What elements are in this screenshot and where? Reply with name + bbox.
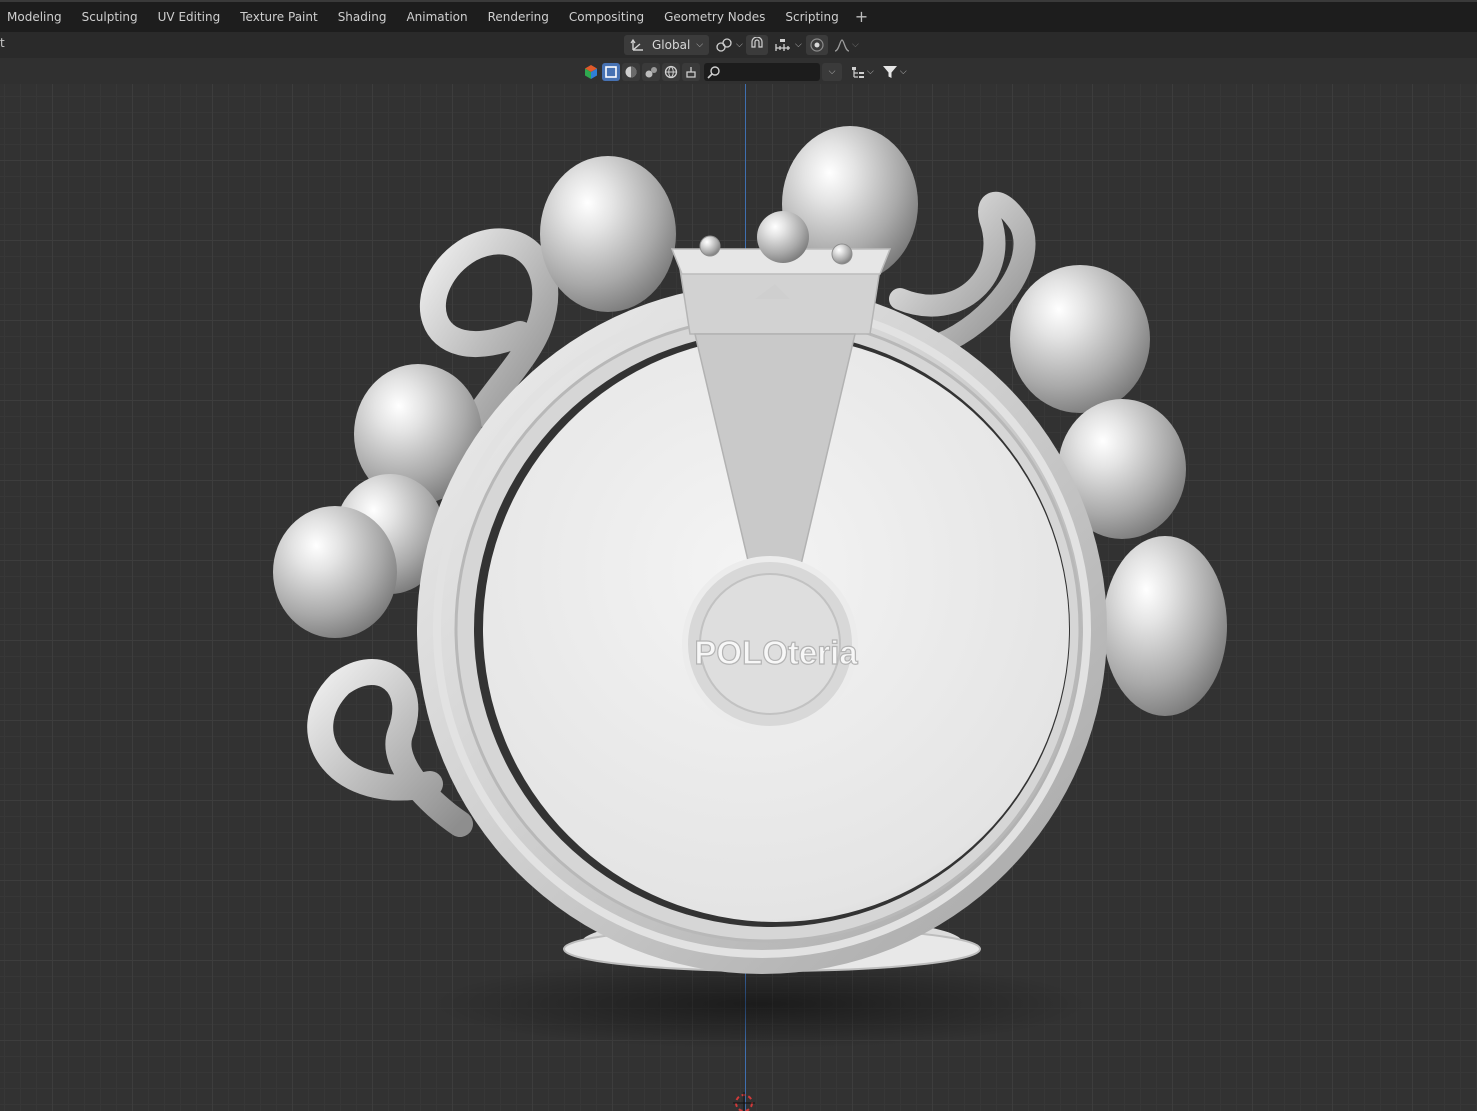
snap-increment-icon xyxy=(775,39,790,51)
tab-sculpting[interactable]: Sculpting xyxy=(72,2,148,32)
chevron-down-icon: ⌵ xyxy=(899,67,907,77)
chevron-down-icon: ⌵ xyxy=(795,40,802,50)
pointer-knob xyxy=(699,235,721,257)
transform-orientation-dropdown[interactable]: Global ⌵ xyxy=(624,35,710,55)
tab-modeling[interactable]: Modeling xyxy=(0,2,72,32)
header-left-label: t xyxy=(0,36,5,50)
balloon xyxy=(273,506,397,638)
display-mode-dropdown[interactable]: ⌵ xyxy=(848,62,877,82)
pivot-group: ⌵ xyxy=(712,35,746,55)
tab-geometry-nodes[interactable]: Geometry Nodes xyxy=(654,2,775,32)
filter-icon xyxy=(882,66,897,78)
overlay-toggle-button[interactable] xyxy=(682,63,700,81)
shading-rendered-button[interactable] xyxy=(662,63,680,81)
chevron-down-icon: ⌵ xyxy=(828,67,836,77)
transform-orientation-icon xyxy=(630,38,643,51)
proportional-edit-button[interactable] xyxy=(806,35,828,55)
viewport-header: t Global ⌵ ⌵ ⌵ ⌵ xyxy=(0,32,1477,58)
snapping-group: ⌵ xyxy=(746,35,804,55)
filter-dropdown[interactable]: ⌵ xyxy=(879,62,910,82)
snap-toggle-button[interactable] xyxy=(746,35,768,55)
chevron-down-icon: ⌵ xyxy=(736,40,743,50)
add-workspace-button[interactable]: + xyxy=(849,2,874,32)
scene-collection-button[interactable] xyxy=(582,63,600,81)
prize-wheel-model: POLOteria xyxy=(273,126,1227,1049)
workspace-bar: Modeling Sculpting UV Editing Texture Paint… xyxy=(0,0,1477,32)
sphere-solid-icon xyxy=(625,66,637,78)
snap-target-dropdown[interactable]: ⌵ xyxy=(772,35,804,55)
falloff-curve-icon xyxy=(834,39,850,52)
list-tree-icon xyxy=(852,67,864,78)
pointer-knob-center xyxy=(757,211,809,263)
scene-cube-icon xyxy=(585,65,597,79)
world-icon xyxy=(664,65,678,79)
orientation-label: Global xyxy=(652,38,691,52)
search-icon xyxy=(707,66,720,79)
outliner-filter-strip: ⌵ ⌵ ⌵ xyxy=(582,62,910,82)
pivot-point-icon xyxy=(716,38,732,52)
select-box-icon xyxy=(605,66,617,78)
shading-material-button[interactable] xyxy=(642,63,660,81)
chevron-down-icon: ⌵ xyxy=(696,40,704,50)
pointer-knob xyxy=(831,243,853,265)
tab-uv-editing[interactable]: UV Editing xyxy=(148,2,231,32)
pointer-top-plate xyxy=(679,268,881,335)
chevron-down-icon: ⌵ xyxy=(867,67,874,77)
workspace-tabs: Modeling Sculpting UV Editing Texture Paint… xyxy=(0,2,874,32)
balloon xyxy=(1010,265,1150,413)
chevron-down-icon: ⌵ xyxy=(852,40,859,50)
proportional-group: ⌵ xyxy=(806,35,861,55)
tab-rendering[interactable]: Rendering xyxy=(478,2,559,32)
snap-magnet-icon xyxy=(751,37,763,48)
shading-wireframe-button[interactable] xyxy=(602,63,620,81)
search-input[interactable] xyxy=(704,63,820,81)
proportional-edit-icon xyxy=(810,38,824,52)
balloon xyxy=(1103,536,1227,716)
transform-orientation-group: Global ⌵ xyxy=(624,35,710,55)
tab-scripting[interactable]: Scripting xyxy=(775,2,848,32)
hub-logo-text: POLOteria xyxy=(694,634,858,671)
shading-solid-button[interactable] xyxy=(622,63,640,81)
falloff-dropdown[interactable]: ⌵ xyxy=(832,35,861,55)
3d-cursor-icon xyxy=(733,1092,755,1111)
tab-shading[interactable]: Shading xyxy=(328,2,397,32)
brush-icon xyxy=(686,67,696,78)
tab-compositing[interactable]: Compositing xyxy=(559,2,654,32)
material-icon xyxy=(645,67,657,78)
tab-animation[interactable]: Animation xyxy=(396,2,477,32)
tab-texture-paint[interactable]: Texture Paint xyxy=(230,2,327,32)
3d-viewport[interactable]: POLOteria xyxy=(0,84,1477,1111)
pivot-point-dropdown[interactable]: ⌵ xyxy=(712,35,746,55)
balloon xyxy=(540,156,676,312)
search-options-button[interactable]: ⌵ xyxy=(822,63,842,81)
